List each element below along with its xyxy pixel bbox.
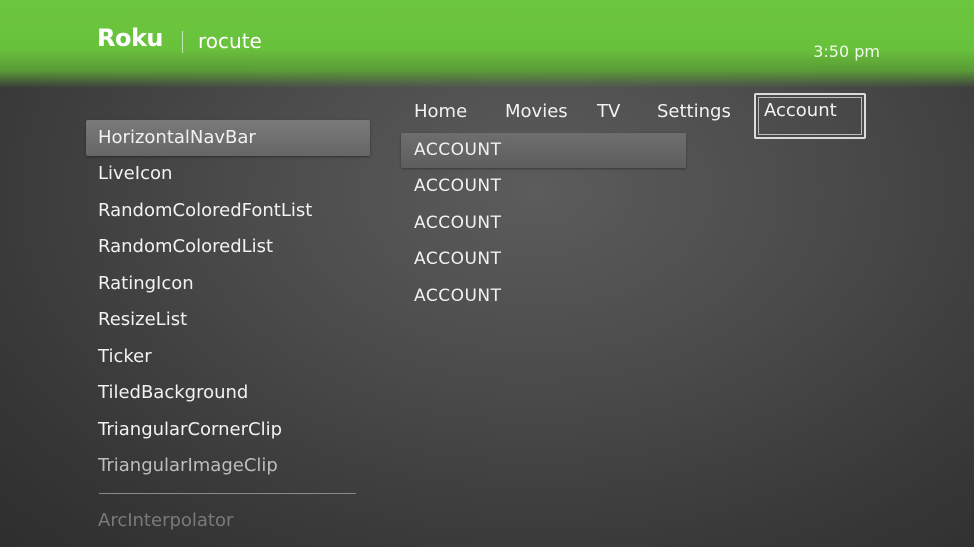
list-item-resizelist[interactable]: ResizeList [86,302,370,338]
nav-tab-movies[interactable]: Movies [505,96,568,128]
content-item[interactable]: ACCOUNT [401,279,686,314]
nav-tab-home[interactable]: Home [414,96,467,128]
header-divider [182,31,183,53]
nav-tab-tv[interactable]: TV [597,96,620,128]
nav-tab-account[interactable]: Account [754,93,866,139]
list-item-liveicon[interactable]: LiveIcon [86,156,370,192]
list-item-tiledbackground[interactable]: TiledBackground [86,375,370,411]
content-item[interactable]: ACCOUNT [401,133,686,168]
list-item-ratingicon[interactable]: RatingIcon [86,266,370,302]
list-item-triangularcornerclip[interactable]: TriangularCornerClip [86,412,370,448]
nav-tab-settings[interactable]: Settings [657,96,731,128]
app-title: rocute [198,29,262,53]
list-item-arcinterpolator[interactable]: ArcInterpolator [86,503,370,539]
clock: 3:50 pm [813,42,880,61]
roku-screen: Roku rocute 3:50 pm HorizontalNavBar Liv… [0,0,974,547]
list-divider [99,493,356,494]
list-item-ticker[interactable]: Ticker [86,339,370,375]
header-bar: Roku rocute 3:50 pm [0,0,974,88]
roku-logo: Roku [97,24,164,52]
list-item-randomcoloredfontlist[interactable]: RandomColoredFontList [86,193,370,229]
list-item-triangularimageclip[interactable]: TriangularImageClip [86,448,370,484]
content-item[interactable]: ACCOUNT [401,169,686,204]
content-item[interactable]: ACCOUNT [401,206,686,241]
list-item-horizontalnavbar[interactable]: HorizontalNavBar [86,120,370,156]
list-item-randomcoloredlist[interactable]: RandomColoredList [86,229,370,265]
content-item[interactable]: ACCOUNT [401,242,686,277]
